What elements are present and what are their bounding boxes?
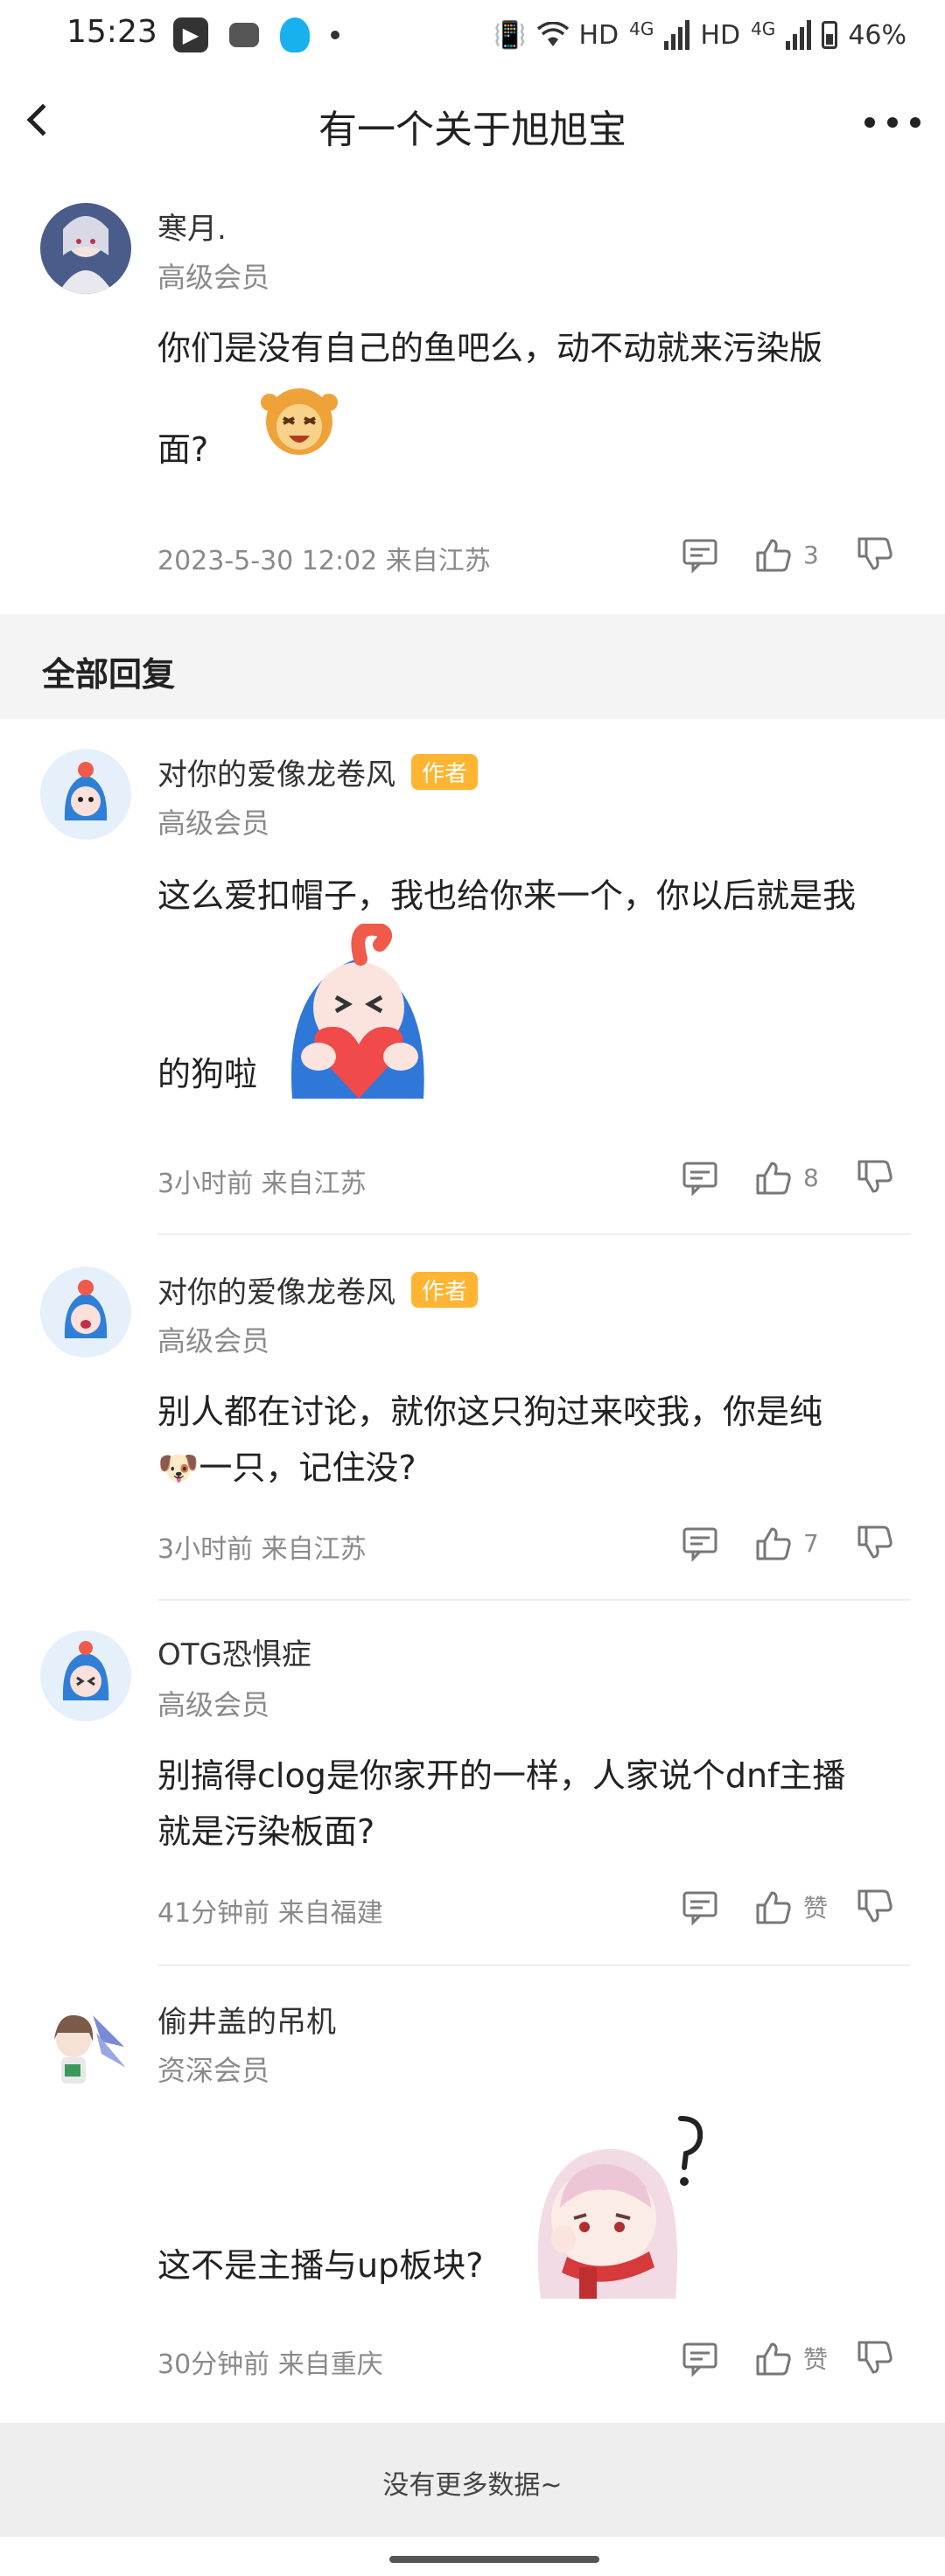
like-icon[interactable] (754, 1888, 793, 1926)
member-level: 资深会员 (158, 2054, 270, 2087)
post-meta: 2023-5-30 12:02 来自江苏 (158, 546, 491, 576)
reply-content-line: 别搞得clog是你家开的一样，人家说个dnf主播 (158, 1756, 846, 1795)
reply-meta: 3小时前 来自江苏 (158, 1169, 367, 1199)
battery-percent: 46% (848, 19, 906, 51)
status-time: 15:23 (66, 14, 158, 50)
like-icon[interactable] (754, 2339, 793, 2377)
post-actions: 3 (681, 534, 894, 576)
battery-icon (822, 21, 838, 49)
monkey-sticker (261, 388, 338, 455)
reply-author-name: 对你的爱像龙卷风 (158, 1275, 396, 1310)
wifi-icon (536, 22, 569, 46)
avatar[interactable] (40, 749, 131, 840)
reply-content-line: 的狗啦 (158, 1055, 258, 1093)
reply-item: 对你的爱像龙卷风 作者 高级会员 别人都在讨论，就你这只狗过来咬我，你是纯 🐶一只… (0, 1235, 945, 1601)
post-content-line: 面? (158, 430, 209, 469)
reply-actions: 8 (681, 1156, 894, 1198)
reply-content-line: 别人都在讨论，就你这只狗过来咬我，你是纯 (158, 1393, 823, 1431)
reply-actions: 赞 (681, 1886, 894, 1928)
signal-icon-2 (786, 20, 812, 50)
reply-author[interactable]: 对你的爱像龙卷风 作者 (158, 1268, 479, 1311)
author-badge: 作者 (411, 754, 479, 790)
reply-author-name: 对你的爱像龙卷风 (158, 757, 396, 792)
reply-content: 别搞得clog是你家开的一样，人家说个dnf主播 就是污染板面? (158, 1748, 910, 1860)
avatar[interactable] (40, 1630, 131, 1721)
page-title: 有一个关于旭旭宝 (318, 108, 626, 152)
like-icon[interactable] (754, 535, 793, 574)
status-bar: 15:23 ▶ 📳 HD 4G HD 4G 46% (0, 0, 945, 73)
reply-content-line: 这不是主播与up板块? (158, 2246, 484, 2285)
reply-actions: 赞 (681, 2337, 894, 2379)
reply-author[interactable]: OTG恐惧症 (158, 1630, 312, 1673)
hd-label-2: HD (700, 19, 741, 51)
reply-item: 对你的爱像龙卷风 作者 高级会员 这么爱扣帽子，我也给你来一个，你以后就是我 的狗… (0, 719, 945, 1235)
dislike-icon[interactable] (856, 1888, 894, 1926)
vibrate-icon: 📳 (494, 19, 527, 51)
signal-icon-1 (664, 20, 690, 50)
reply-content: 这不是主播与up板块? (158, 2106, 910, 2299)
main-post: 寒月. 高级会员 你们是没有自己的鱼吧么，动不动就来污染版 面? 2023-5-… (0, 178, 945, 612)
post-content-line: 你们是没有自己的鱼吧么，动不动就来污染版 (158, 329, 823, 367)
heart-hug-sticker (290, 924, 424, 1099)
comment-icon[interactable] (681, 1524, 719, 1562)
more-options-icon[interactable] (864, 117, 920, 128)
avatar[interactable] (40, 1998, 131, 2089)
status-indicators: 📳 HD 4G HD 4G 46% (494, 14, 906, 56)
dislike-icon[interactable] (856, 1158, 894, 1197)
reply-content-line: 这么爱扣帽子，我也给你来一个，你以后就是我 (158, 876, 857, 915)
all-replies-header: 全部回复 (0, 614, 945, 719)
member-level: 高级会员 (158, 261, 270, 294)
app-notification-icon: ▶ (173, 17, 208, 52)
like-icon[interactable] (754, 1524, 793, 1562)
dislike-icon[interactable] (856, 2339, 894, 2377)
member-level: 高级会员 (158, 806, 270, 840)
like-count: 7 (803, 1528, 819, 1558)
nav-bar: 有一个关于旭旭宝 (0, 73, 945, 177)
post-author[interactable]: 寒月. (158, 205, 227, 248)
reply-content-line-row: 的狗啦 (158, 924, 910, 1099)
reply-meta: 41分钟前 来自福建 (158, 1898, 383, 1929)
reply-actions: 7 (681, 1522, 894, 1564)
comment-icon[interactable] (681, 535, 719, 574)
reply-item: 偷井盖的吊机 资深会员 这不是主播与up板块? 30分钟前 来自重庆 赞 (0, 1966, 945, 2423)
reply-author[interactable]: 对你的爱像龙卷风 作者 (158, 750, 479, 793)
like-count: 赞 (803, 1894, 829, 1923)
comment-icon[interactable] (681, 1888, 719, 1926)
like-count: 赞 (803, 2345, 829, 2374)
more-notifications-icon (331, 31, 340, 39)
no-more-data-text: 没有更多数据~ (382, 2470, 563, 2501)
reply-content: 别人都在讨论，就你这只狗过来咬我，你是纯 🐶一只，记住没? (158, 1384, 910, 1496)
comment-icon[interactable] (681, 1158, 719, 1197)
author-badge: 作者 (411, 1272, 479, 1308)
home-indicator[interactable] (389, 2556, 599, 2563)
reply-content: 这么爱扣帽子，我也给你来一个，你以后就是我 的狗啦 (158, 868, 910, 1099)
dislike-icon[interactable] (856, 1524, 894, 1562)
4g-label-1: 4G (629, 18, 654, 39)
hd-label-1: HD (578, 19, 620, 51)
message-icon (229, 23, 259, 47)
reply-content-line: 🐶一只，记住没? (158, 1449, 416, 1487)
section-title: 全部回复 (42, 655, 176, 694)
qq-icon (280, 17, 310, 52)
like-count: 8 (803, 1162, 819, 1192)
reply-content-line: 就是污染板面? (158, 1812, 375, 1851)
post-content-line-row: 面? (158, 376, 910, 474)
avatar[interactable] (40, 1267, 131, 1358)
confused-girl-sticker (537, 2116, 704, 2299)
like-count: 3 (803, 540, 819, 569)
reply-item: OTG恐惧症 高级会员 别搞得clog是你家开的一样，人家说个dnf主播 就是污… (0, 1601, 945, 1966)
reply-author[interactable]: 偷井盖的吊机 (158, 1998, 336, 2041)
comment-icon[interactable] (681, 2339, 719, 2377)
post-content: 你们是没有自己的鱼吧么，动不动就来污染版 面? (158, 320, 910, 474)
reply-meta: 30分钟前 来自重庆 (158, 2349, 383, 2380)
member-level: 高级会员 (158, 1324, 270, 1358)
4g-label-2: 4G (751, 18, 776, 39)
dislike-icon[interactable] (856, 535, 894, 574)
avatar[interactable] (40, 203, 131, 294)
reply-meta: 3小时前 来自江苏 (158, 1534, 367, 1565)
notification-icons: ▶ (173, 16, 340, 54)
list-footer: 没有更多数据~ (0, 2423, 945, 2537)
member-level: 高级会员 (158, 1688, 270, 1721)
like-icon[interactable] (754, 1158, 793, 1197)
